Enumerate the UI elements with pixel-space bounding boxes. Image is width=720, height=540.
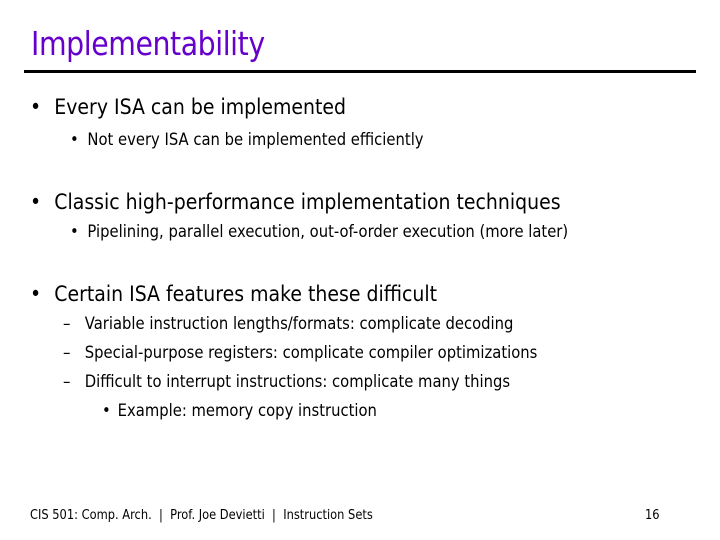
bullet-marker: • <box>30 95 42 119</box>
bullet-text: Not every ISA can be implemented efficie… <box>87 130 424 150</box>
bullet-level1: • Classic high-performance implementation… <box>30 190 561 214</box>
footer-instructor: Prof. Joe Devietti <box>170 508 265 523</box>
bullet-text: Certain ISA features make these difficul… <box>54 282 438 306</box>
bullet-level1: • Every ISA can be implemented <box>30 95 346 119</box>
bullet-level3: • Example: memory copy instruction <box>102 401 377 421</box>
bullet-text: Difficult to interrupt instructions: com… <box>84 372 511 392</box>
title-underline <box>24 70 696 73</box>
dash-marker: – <box>63 343 71 363</box>
slide-title: Implementability <box>31 24 265 63</box>
bullet-text: Pipelining, parallel execution, out-of-o… <box>87 222 569 242</box>
bullet-text: Every ISA can be implemented <box>54 95 347 119</box>
bullet-text: Special-purpose registers: complicate co… <box>84 343 538 363</box>
dash-marker: – <box>63 314 71 334</box>
bullet-marker: • <box>30 282 42 306</box>
bullet-marker: • <box>70 130 79 150</box>
bullet-level2: • Not every ISA can be implemented effici… <box>70 130 424 150</box>
footer-course: CIS 501: Comp. Arch. <box>30 508 152 523</box>
footer-separator: | <box>272 508 276 523</box>
bullet-level2: – Difficult to interrupt instructions: co… <box>63 372 510 392</box>
bullet-marker: • <box>30 190 42 214</box>
dash-marker: – <box>63 372 71 392</box>
bullet-level1: • Certain ISA features make these difficu… <box>30 282 437 306</box>
page-number: 16 <box>645 508 660 523</box>
bullet-level2: • Pipelining, parallel execution, out-of-… <box>70 222 568 242</box>
bullet-level2: – Special-purpose registers: complicate c… <box>63 343 537 363</box>
footer-info: CIS 501: Comp. Arch. | Prof. Joe Deviett… <box>30 508 373 523</box>
bullet-marker: • <box>70 222 79 242</box>
bullet-text: Classic high-performance implementation … <box>54 190 561 214</box>
footer-topic: Instruction Sets <box>283 508 373 523</box>
bullet-level2: – Variable instruction lengths/formats: c… <box>63 314 513 334</box>
bullet-text: Example: memory copy instruction <box>117 401 377 421</box>
bullet-text: Variable instruction lengths/formats: co… <box>84 314 514 334</box>
footer-separator: | <box>158 508 163 523</box>
bullet-marker: • <box>102 401 111 421</box>
